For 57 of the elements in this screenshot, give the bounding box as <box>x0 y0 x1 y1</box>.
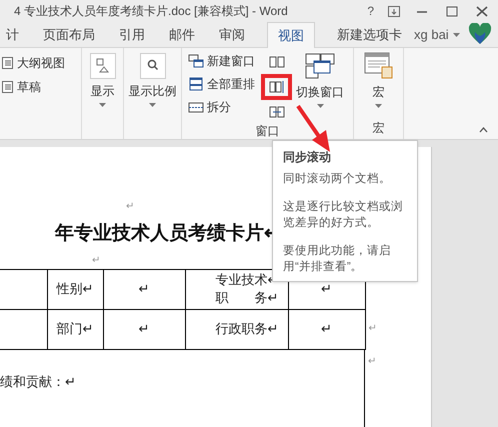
group-label: 宏 <box>372 120 386 137</box>
avatar-heart-icon[interactable] <box>468 23 492 45</box>
dropdown-caret-icon <box>375 104 382 108</box>
table-cell-text: 行政职务↵ <box>214 320 280 338</box>
table-cell-text: ↵ <box>138 280 150 298</box>
sync-scroll-icon <box>268 80 284 94</box>
window-icon <box>188 54 204 68</box>
section-heading: 绩和贡献：↵ <box>0 372 76 390</box>
table-cell-text: 性别↵ <box>55 280 94 298</box>
table-cell-text: ↵ <box>138 320 150 338</box>
group-label: 窗口 <box>254 123 280 140</box>
stacked-windows-icon <box>188 77 204 91</box>
compare-button[interactable] <box>261 74 292 100</box>
window-command[interactable]: 拆分 <box>188 98 255 116</box>
show-button[interactable]: 显示 <box>82 48 124 139</box>
zoom-button[interactable]: 显示比例 <box>124 48 182 139</box>
ribbon-tab[interactable]: 邮件 <box>167 23 197 47</box>
tooltip-text: 这是逐行比较文档或浏览差异的好方式。 <box>283 199 404 231</box>
tooltip-text: 要使用此功能，请启用“并排查看”。 <box>283 244 392 275</box>
row-end-mark: ↵ <box>368 322 376 336</box>
dropdown-caret-icon <box>149 103 156 107</box>
window-command[interactable]: 新建窗口 <box>188 52 255 70</box>
switch-windows-button[interactable]: 切换窗口 <box>296 52 344 122</box>
reset-position-icon <box>268 105 284 119</box>
tooltip-title: 同步滚动 <box>283 149 332 166</box>
windows-icon <box>305 52 335 80</box>
shapes-icon <box>90 53 116 79</box>
dropdown-caret-icon <box>452 33 460 37</box>
maximize-icon[interactable] <box>446 6 458 16</box>
macros-button[interactable]: 宏 <box>354 48 403 119</box>
table-cell-text: ↵ <box>320 320 333 338</box>
ribbon-tab[interactable]: 新建选项卡 <box>335 23 404 47</box>
collapse-ribbon-icon[interactable] <box>479 127 488 133</box>
side-by-side-icon <box>268 55 284 69</box>
close-icon[interactable] <box>476 6 488 16</box>
account-name[interactable]: xg bai <box>414 25 449 45</box>
macro-icon <box>364 52 394 80</box>
window-command[interactable]: 全部重排 <box>188 75 255 93</box>
tooltip-text: 同时滚动两个文档。 <box>283 172 392 187</box>
table-cell-text: 部门↵ <box>56 320 94 338</box>
paragraph-mark: ↵ <box>92 254 100 266</box>
ribbon-tab[interactable]: 引用 <box>117 23 147 47</box>
paragraph-mark: ↵ <box>126 200 134 214</box>
table-cell-text: ↵ <box>320 280 333 298</box>
window-title: 4 专业技术人员年度考绩卡片.doc [兼容模式] - Word <box>14 3 288 20</box>
view-button[interactable]: 草稿 <box>2 78 81 96</box>
help-button[interactable]: ? <box>363 2 378 20</box>
ribbon-tab[interactable]: 审阅 <box>217 23 247 47</box>
dropdown-caret-icon <box>316 104 324 108</box>
paragraph-mark: ↵ <box>367 354 376 368</box>
ribbon-tab[interactable]: 视图 <box>267 22 315 48</box>
ribbon-tab[interactable]: 计 <box>4 23 21 47</box>
search-icon <box>140 53 166 79</box>
view-button[interactable]: 大纲视图 <box>2 54 81 72</box>
ribbon-tab[interactable]: 页面布局 <box>41 23 97 47</box>
dropdown-caret-icon <box>99 103 106 107</box>
split-icon <box>188 100 204 114</box>
